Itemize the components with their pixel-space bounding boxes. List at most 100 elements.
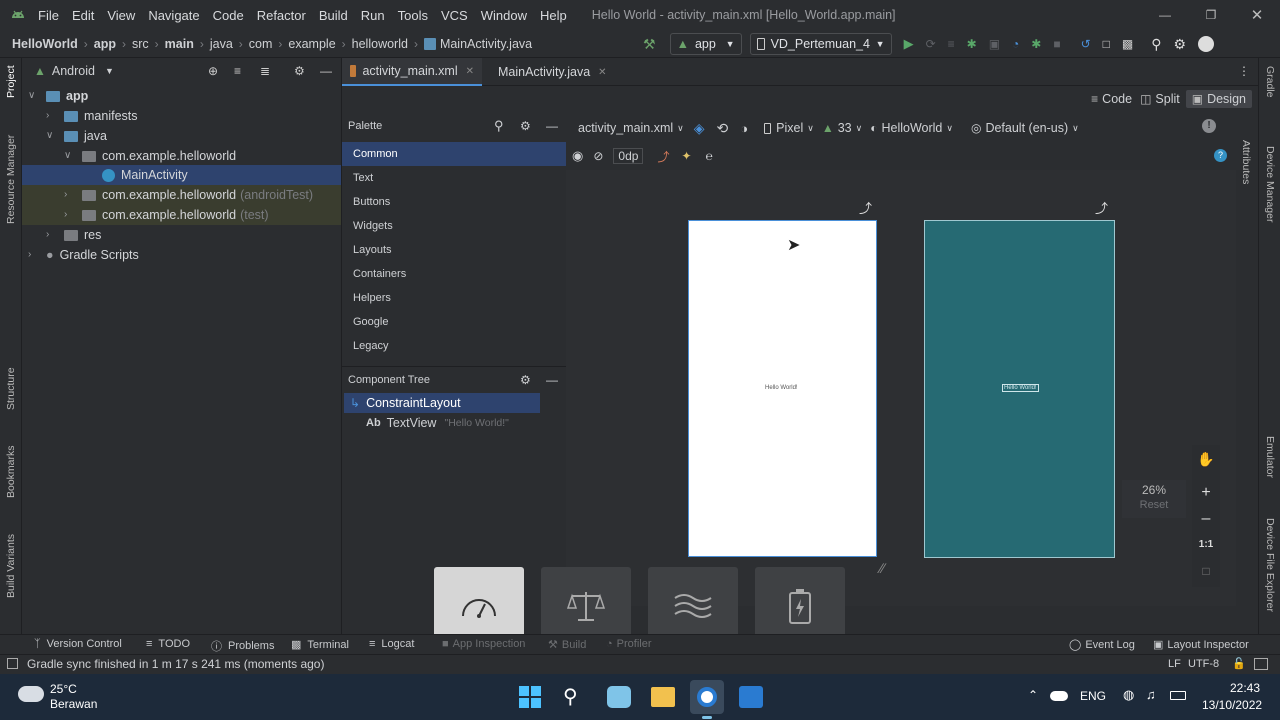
wifi-icon[interactable]: ◍ xyxy=(1123,687,1134,703)
tree-item-mainactivity[interactable]: MainActivity xyxy=(22,165,341,185)
default-margin-field[interactable]: 0dp xyxy=(613,148,644,164)
palette-category-widgets[interactable]: Widgets xyxy=(342,214,566,238)
search-icon[interactable]: ⚲ xyxy=(494,118,504,134)
eye-icon[interactable]: ◉ xyxy=(572,148,583,164)
account-icon[interactable] xyxy=(1198,36,1215,52)
menu-run[interactable]: Run xyxy=(361,8,385,23)
tool-device-manager[interactable]: Device Manager xyxy=(1264,146,1276,222)
tab-activity-main[interactable]: activity_main.xml ✕ xyxy=(342,58,482,86)
search-icon[interactable]: ⚲ xyxy=(1151,36,1161,53)
menu-tools[interactable]: Tools xyxy=(398,8,428,23)
project-view-select[interactable]: Android xyxy=(52,64,95,78)
blueprint-screen[interactable]: Hello World! xyxy=(924,220,1115,558)
infer-constraints-icon[interactable]: ✦ xyxy=(681,149,691,163)
line-separator[interactable]: LF xyxy=(1168,658,1181,670)
tool-problems[interactable]: ⓘ Problems xyxy=(211,638,274,654)
apply-changes-icon[interactable]: ≡ xyxy=(948,37,955,51)
layers-icon[interactable]: ◈ xyxy=(694,120,705,137)
minimize-icon[interactable]: — xyxy=(1142,8,1188,22)
tab-mainactivity-java[interactable]: MainActivity.java ✕ xyxy=(484,58,614,86)
tool-app-inspection[interactable]: ■ App Inspection xyxy=(442,638,525,650)
tool-terminal[interactable]: ▩ Terminal xyxy=(291,638,349,652)
tool-version-control[interactable]: ᛉ Version Control xyxy=(34,638,122,650)
tool-bookmarks[interactable]: Bookmarks xyxy=(5,445,17,498)
memory-indicator-icon[interactable] xyxy=(1254,658,1268,670)
tree-item-manifests[interactable]: › manifests xyxy=(46,106,342,126)
breadcrumb-file[interactable]: MainActivity.java xyxy=(440,37,532,51)
zoom-in-icon[interactable]: + xyxy=(1192,479,1220,507)
more-icon[interactable]: ⋮ xyxy=(1238,64,1250,78)
breadcrumb-java[interactable]: java xyxy=(210,37,233,51)
profile-icon[interactable]: ◔ xyxy=(1012,37,1019,51)
hide-icon[interactable]: — xyxy=(546,119,558,133)
tray-chevron-up-icon[interactable]: ⌃ xyxy=(1028,688,1038,702)
close-icon[interactable]: ✕ xyxy=(466,66,474,77)
onedrive-icon[interactable] xyxy=(1050,691,1068,701)
close-icon[interactable]: ✕ xyxy=(1234,6,1280,24)
tree-item-res[interactable]: › res xyxy=(46,225,342,245)
rerun-icon[interactable]: ⟳ xyxy=(926,37,936,51)
volume-icon[interactable]: ♫ xyxy=(1146,687,1156,702)
palette-category-buttons[interactable]: Buttons xyxy=(342,190,566,214)
tree-item-app[interactable]: ∨ app xyxy=(28,86,342,106)
palette-category-text[interactable]: Text xyxy=(342,166,566,190)
breadcrumb-example[interactable]: example xyxy=(288,37,335,51)
run-icon[interactable]: ▶ xyxy=(904,36,914,52)
theme-select[interactable]: HelloWorld xyxy=(881,121,942,135)
menu-build[interactable]: Build xyxy=(319,8,348,23)
device-mirror-icon[interactable]: □ xyxy=(1103,37,1110,51)
tree-item-gradle-scripts[interactable]: › ● Gradle Scripts xyxy=(28,245,342,265)
magnet-off-icon[interactable]: ⊘ xyxy=(593,149,603,163)
settings-gear-icon[interactable]: ⚙ xyxy=(520,119,531,133)
tool-build[interactable]: ⚒ Build xyxy=(548,638,586,652)
tool-profiler[interactable]: ◔ Profiler xyxy=(606,638,652,650)
menu-refactor[interactable]: Refactor xyxy=(257,8,306,23)
tool-todo[interactable]: ≡ TODO xyxy=(146,638,190,650)
zoom-out-icon[interactable]: – xyxy=(1192,507,1220,531)
menu-navigate[interactable]: Navigate xyxy=(148,8,199,23)
tree-item-package-test[interactable]: › com.example.helloworld (test) xyxy=(22,205,341,225)
tree-item-package-main[interactable]: ∨ com.example.helloworld xyxy=(64,146,342,166)
breadcrumb-module[interactable]: app xyxy=(94,37,116,51)
tool-emulator[interactable]: Emulator xyxy=(1264,436,1276,478)
layout-file-select[interactable]: activity_main.xml xyxy=(578,121,673,135)
collapse-all-icon[interactable]: ≣ xyxy=(260,64,270,78)
weather-temp[interactable]: 25°C xyxy=(50,682,77,696)
design-mode-button[interactable]: ▣ Design xyxy=(1185,90,1252,108)
file-explorer-icon[interactable] xyxy=(651,687,675,707)
vs-code-icon[interactable] xyxy=(739,686,763,708)
palette-category-containers[interactable]: Containers xyxy=(342,262,566,286)
zoom-reset[interactable]: Reset xyxy=(1122,499,1186,511)
hide-icon[interactable]: — xyxy=(546,373,558,387)
menu-file[interactable]: File xyxy=(38,8,59,23)
menu-view[interactable]: View xyxy=(107,8,135,23)
search-icon[interactable]: ⚲ xyxy=(563,684,578,709)
browser-icon[interactable] xyxy=(607,686,631,708)
sync-icon[interactable]: ↺ xyxy=(1081,37,1091,51)
status-toggle-icon[interactable] xyxy=(7,658,18,669)
tool-resource-manager[interactable]: Resource Manager xyxy=(5,135,17,224)
breadcrumb-helloworld[interactable]: helloworld xyxy=(352,37,408,51)
hello-world-blueprint-text[interactable]: Hello World! xyxy=(1002,384,1039,392)
palette-category-google[interactable]: Google xyxy=(342,310,566,334)
settings-gear-icon[interactable]: ⚙ xyxy=(1174,36,1187,53)
pin-icon[interactable]: ⤴ xyxy=(1095,198,1108,217)
tool-build-variants[interactable]: Build Variants xyxy=(5,534,17,598)
tool-gradle[interactable]: Gradle xyxy=(1264,66,1276,98)
help-icon[interactable]: ? xyxy=(1214,149,1227,162)
run-config-select[interactable]: ▲ app ▼ xyxy=(669,33,742,55)
settings-gear-icon[interactable]: ⚙ xyxy=(520,373,531,387)
lock-icon[interactable]: 🔓 xyxy=(1232,657,1246,670)
night-mode-icon[interactable]: ◑ xyxy=(740,121,748,136)
tool-project[interactable]: Project xyxy=(5,65,17,98)
design-preview-screen[interactable]: Hello World! ➤ xyxy=(688,220,877,557)
tool-layout-inspector[interactable]: ▣ Layout Inspector xyxy=(1153,638,1249,652)
zoom-one-to-one[interactable]: 1:1 xyxy=(1192,531,1220,559)
tree-node-constraintlayout[interactable]: ↳ ConstraintLayout xyxy=(344,393,540,413)
stop-icon[interactable]: ■ xyxy=(1053,37,1060,51)
palette-category-layouts[interactable]: Layouts xyxy=(342,238,566,262)
tool-device-file-explorer[interactable]: Device File Explorer xyxy=(1264,518,1276,612)
palette-category-common[interactable]: Common xyxy=(342,142,566,166)
tree-item-package-androidtest[interactable]: › com.example.helloworld (androidTest) xyxy=(22,185,341,205)
guidelines-icon[interactable]: ℮ xyxy=(706,149,713,163)
